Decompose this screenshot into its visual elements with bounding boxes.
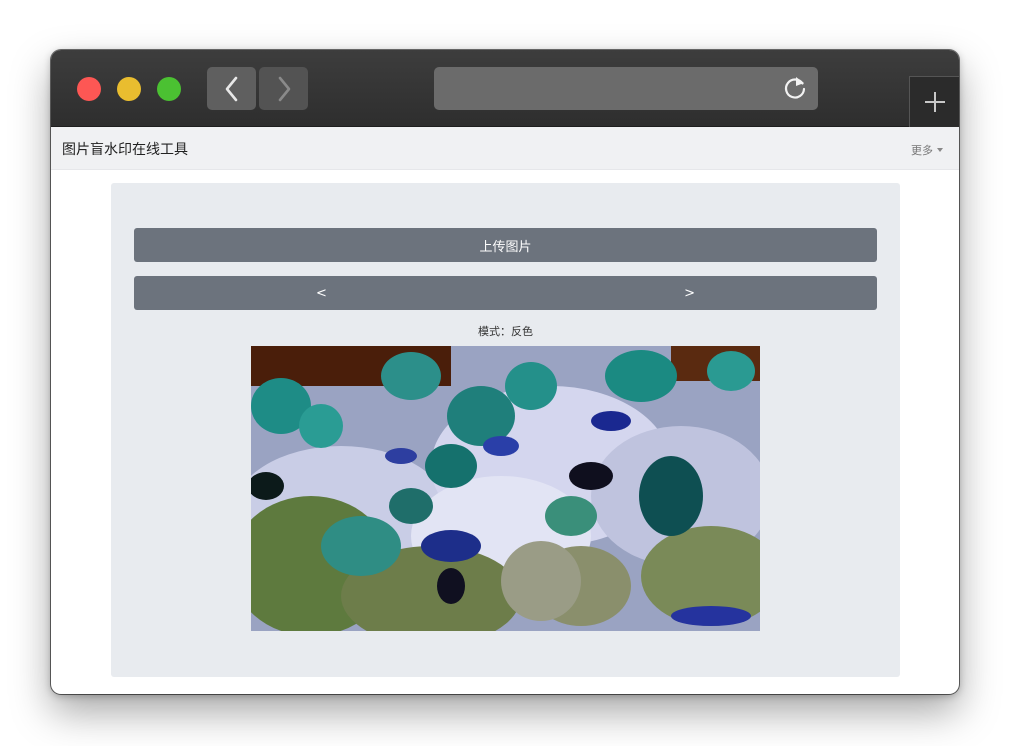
preview-image — [251, 346, 760, 631]
browser-titlebar — [51, 50, 959, 127]
back-button[interactable] — [207, 67, 256, 110]
chevron-left-icon — [225, 76, 237, 101]
plus-icon — [925, 92, 945, 112]
caret-down-icon — [937, 148, 943, 152]
browser-window: 图片盲水印在线工具 更多 上传图片 < > 模式：反色 — [51, 50, 959, 694]
app-title[interactable]: 图片盲水印在线工具 — [62, 139, 188, 159]
mode-label: 模式：反色 — [478, 325, 533, 338]
more-menu-label: 更多 — [911, 144, 933, 157]
forward-button[interactable] — [259, 67, 308, 110]
reload-icon[interactable] — [782, 75, 808, 101]
main-panel: 上传图片 < > 模式：反色 — [111, 183, 900, 677]
chevron-right-icon — [278, 76, 290, 101]
zoom-window-button[interactable] — [157, 77, 181, 101]
previous-button[interactable]: < — [316, 286, 327, 301]
address-bar[interactable] — [434, 67, 818, 110]
pager-bar: < > — [134, 276, 877, 310]
next-button[interactable]: > — [684, 286, 695, 301]
more-menu[interactable]: 更多 — [911, 142, 943, 158]
inverted-image-art — [251, 346, 760, 631]
app-header: 图片盲水印在线工具 更多 — [51, 127, 959, 170]
upload-image-button[interactable]: 上传图片 — [134, 228, 877, 262]
minimize-window-button[interactable] — [117, 77, 141, 101]
new-tab-button[interactable] — [909, 76, 959, 127]
close-window-button[interactable] — [77, 77, 101, 101]
